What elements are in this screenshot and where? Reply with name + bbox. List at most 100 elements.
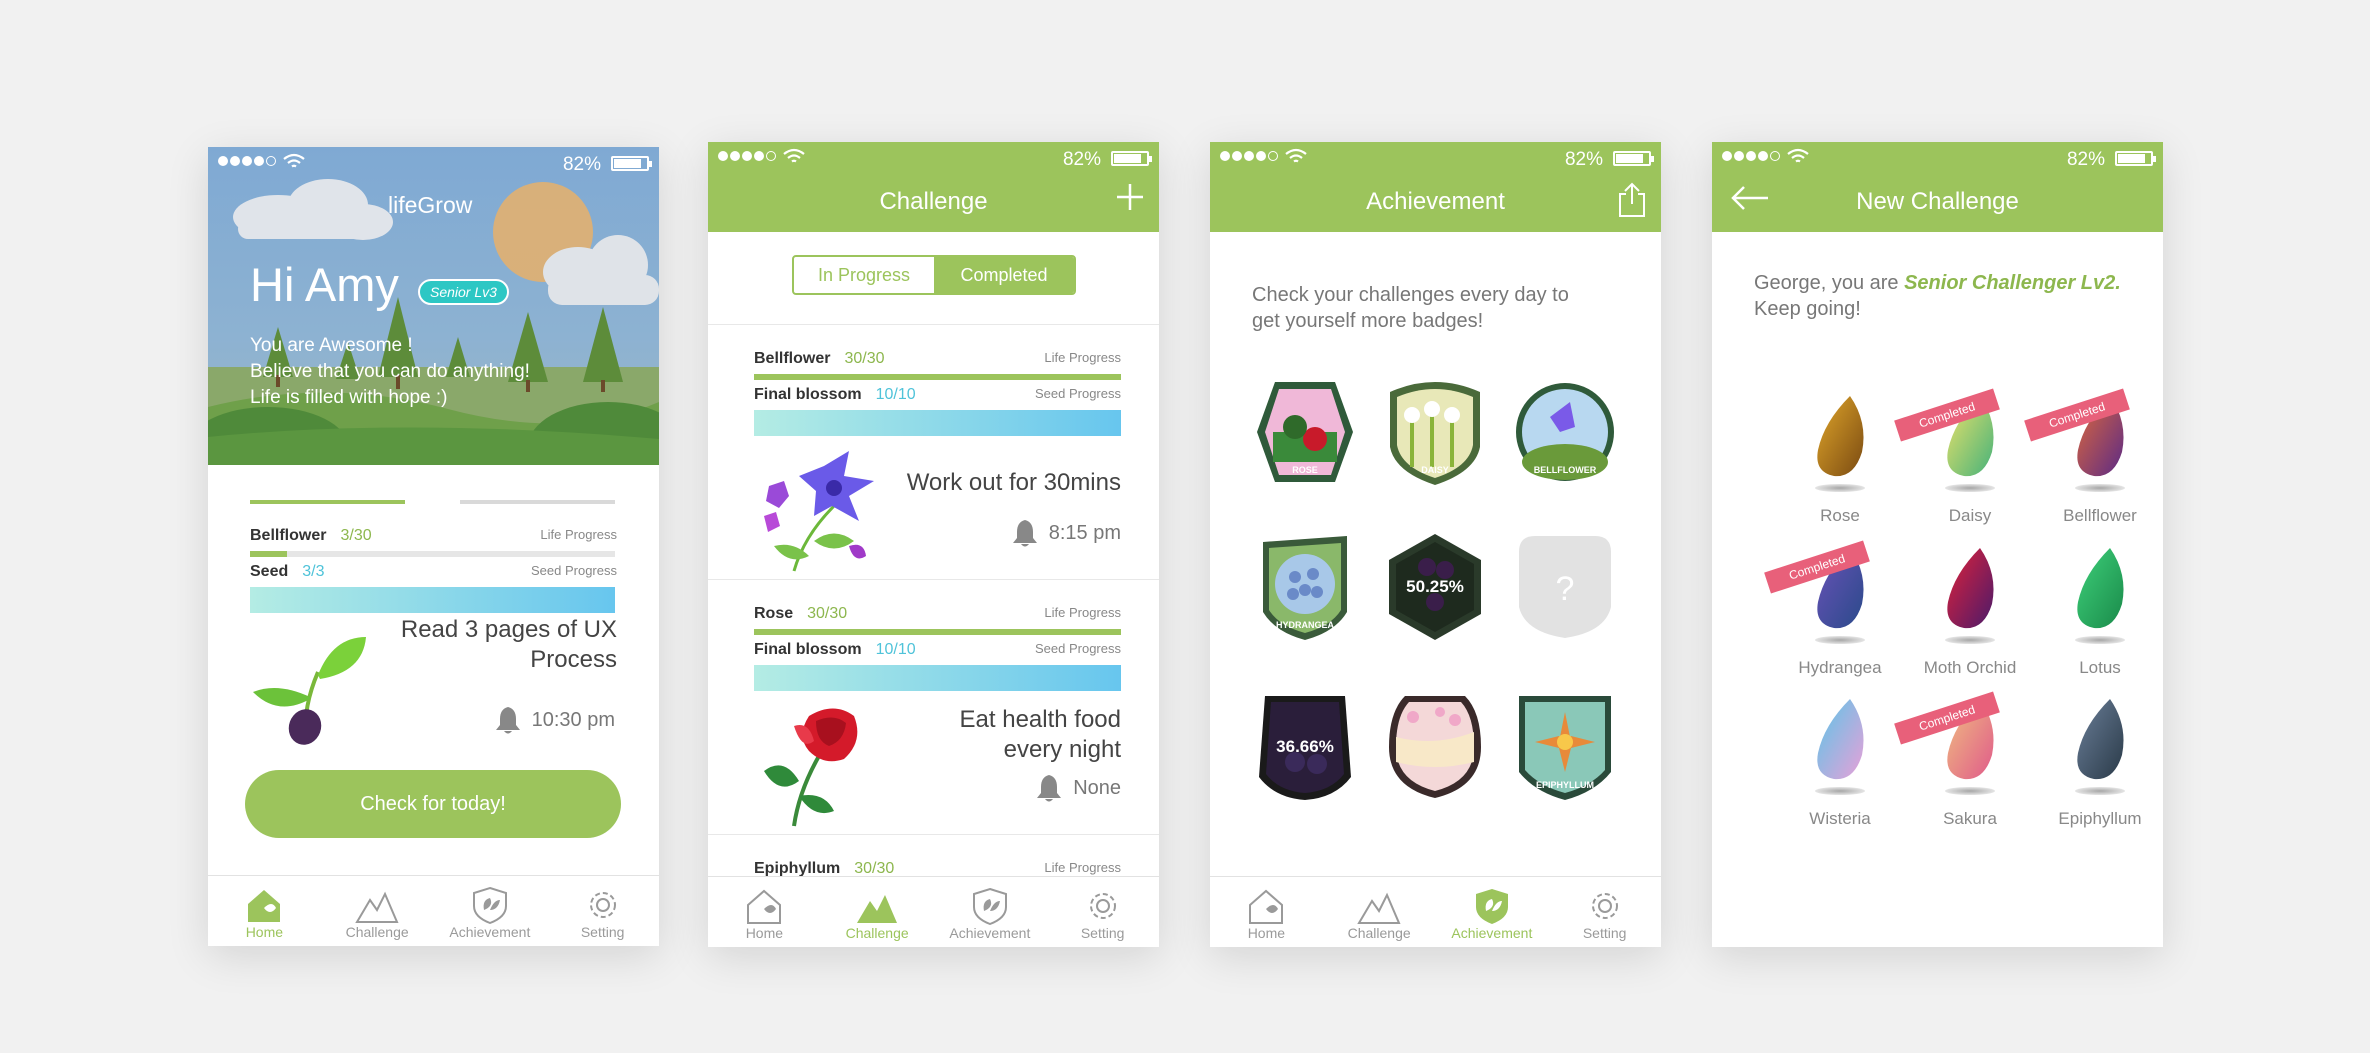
seed-progress-row: Final blossom 10/10 Seed Progress [754,386,1121,403]
add-icon[interactable] [1115,182,1145,212]
hero-illustration: 82% lifeGrow Hi Amy Senior Lv3 You are A… [208,147,659,465]
battery-percent: 82% [1564,149,1603,170]
level-badge: Senior Lv3 [418,279,509,305]
seed-label: Daisy [1948,506,1992,525]
app-brand: lifeGrow [388,192,473,218]
tab-achievement[interactable]: Achievement [934,877,1047,947]
battery-icon [2115,151,2156,166]
seed-option-moth-orchid[interactable]: Moth Orchid [1905,534,2035,684]
seed-icon [2077,699,2124,780]
divider [708,834,1159,835]
gear-icon [1089,893,1116,919]
seed-progress-row: Final blossom 10/10 Seed Progress [754,641,1121,658]
badge-rose[interactable]: ROSE [1255,377,1355,487]
segment-completed[interactable]: Completed [934,257,1074,293]
achievement-screen: 82% Achievement Check your challenges ev… [1210,142,1661,947]
shield-icon [472,886,507,924]
tab-home[interactable]: Home [208,876,321,946]
badge-locked[interactable]: ? [1515,532,1615,642]
page-title: Challenge [879,188,988,215]
challenge-card[interactable]: Rose 30/30 Life Progress Final blossom 1… [754,605,1121,835]
tab-setting[interactable]: Setting [546,876,659,946]
battery-percent: 82% [2066,149,2105,170]
home-icon [747,889,782,924]
home-screen: 82% lifeGrow Hi Amy Senior Lv3 You are A… [208,147,659,946]
seed-progress-bar [754,410,1121,436]
tab-home[interactable]: Home [708,877,821,947]
reminder: 8:15 pm [1011,518,1121,548]
new-challenge-intro: George, you are Senior Challenger Lv2. K… [1754,272,2121,320]
seed-label: Lotus [2079,658,2121,677]
seed-label: Rose [1820,506,1860,525]
challenge-screen: 82% Challenge In Progress Completed Bell… [708,142,1159,947]
life-progress-bar [754,629,1121,635]
battery-icon [1613,151,1654,166]
sprout-icon [253,637,366,745]
tab-challenge[interactable]: Challenge [821,877,934,947]
tab-setting[interactable]: Setting [1548,877,1661,947]
seed-shadow [1945,484,1995,492]
life-progress-fill [250,551,287,557]
seed-option-bellflower[interactable]: Bellflower Completed [2024,382,2163,532]
status-bar: 82% [208,147,659,179]
task-title: Work out for 30mins [906,469,1121,496]
seed-label: Epiphyllum [2058,809,2142,828]
badge-epiphyllum[interactable]: EPIPHYLLUM [1515,692,1615,802]
badge-in-progress[interactable]: 50.25% [1385,532,1485,642]
life-progress-bar [754,374,1121,380]
page-indicator[interactable] [460,500,615,504]
wifi-icon [1787,148,1809,163]
seed-shadow [1815,484,1865,492]
tab-achievement[interactable]: Achievement [1436,877,1549,947]
check-today-button[interactable]: Check for today! [245,770,621,838]
seed-option-wisteria[interactable]: Wisteria [1775,685,1905,835]
badge-sakura[interactable] [1385,692,1485,802]
tab-setting[interactable]: Setting [1046,877,1159,947]
life-progress-row: Bellflower 3/30 Life Progress [250,527,617,544]
badge-bellflower[interactable]: BELLFLOWER [1515,377,1615,487]
achievement-intro: Check your challenges every day to get y… [1252,284,1569,332]
share-icon[interactable] [1617,182,1647,218]
badge-in-progress[interactable]: 36.66% [1255,692,1355,802]
seed-option-sakura[interactable]: Sakura Completed [1894,685,2035,835]
nav-bar: 82% Achievement [1210,142,1661,232]
mountain-icon [355,891,399,923]
badge-daisy[interactable]: DAISY [1385,377,1485,487]
life-progress-fill [754,374,1121,380]
tab-challenge[interactable]: Challenge [1323,877,1436,947]
status-bar: 82% [708,142,1159,174]
reminder: None [1035,773,1121,803]
seed-option-rose[interactable]: Rose [1775,382,1905,532]
seed-shadow [1815,636,1865,644]
bell-icon [1037,775,1062,802]
tab-bar: Home Challenge Achievement Setting [708,876,1159,947]
status-bar: 82% [1210,142,1661,174]
seed-shadow [1815,787,1865,795]
tab-bar: Home Challenge Achievement Setting [1210,876,1661,947]
page-indicator-active[interactable] [250,500,405,504]
badge-hydrangea[interactable]: HYDRANGEA [1255,532,1355,642]
sakura-badge-icon [1389,696,1481,798]
seed-option-lotus[interactable]: Lotus [2035,534,2163,684]
greeting: Hi Amy [250,258,399,311]
seed-label: Bellflower [2063,506,2137,525]
tab-bar: Home Challenge Achievement Setting [208,875,659,946]
seed-option-daisy[interactable]: Daisy Completed [1894,382,2035,532]
tab-home[interactable]: Home [1210,877,1323,947]
seed-option-epiphyllum[interactable]: Epiphyllum [2035,685,2163,835]
signal-icon [1722,151,1780,161]
seed-shadow [1945,787,1995,795]
seed-label: Moth Orchid [1923,658,2017,677]
divider [708,579,1159,580]
tab-challenge[interactable]: Challenge [321,876,434,946]
mountain-icon [1357,892,1401,924]
tab-achievement[interactable]: Achievement [434,876,547,946]
seed-option-hydrangea[interactable]: Hydrangea Completed [1764,534,1905,684]
seed-icon [1817,699,1864,780]
home-icon [248,890,281,922]
battery-icon [611,156,652,171]
nav-bar: 82% Challenge [708,142,1159,232]
gear-icon [1591,893,1618,919]
segment-in-progress[interactable]: In Progress [794,257,934,293]
challenge-card[interactable]: Bellflower 30/30 Life Progress Final blo… [754,350,1121,580]
